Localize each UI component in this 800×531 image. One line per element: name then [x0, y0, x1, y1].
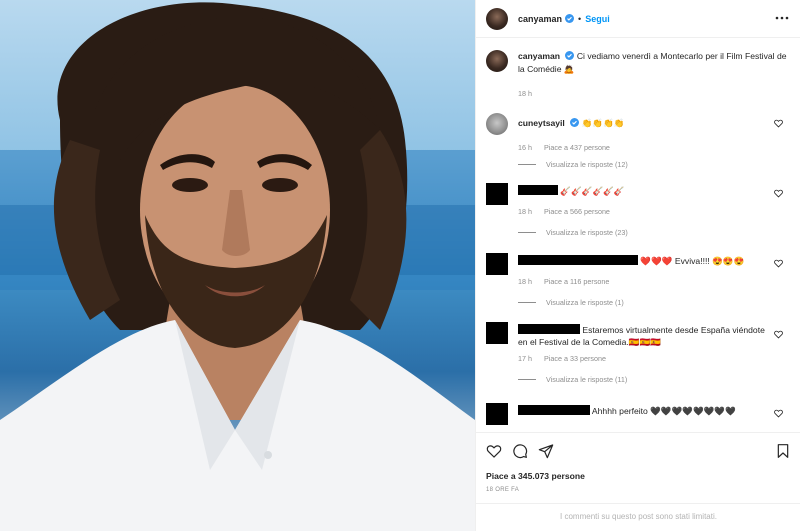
replies-line: [518, 302, 536, 303]
comment-item: cuneytsayil 👏👏👏👏 16 h Piace a 437 person…: [486, 113, 791, 169]
post-side-panel: canyaman • Segui canyaman Ci vediamo ven…: [475, 0, 800, 531]
heart-icon[interactable]: [486, 443, 502, 459]
post-timestamp: 18 ORE FA: [486, 487, 520, 493]
comment-body: ❤️❤️❤️ Evviva!!!! 😍😍😍: [518, 255, 773, 267]
view-replies-button[interactable]: Visualizza le risposte (1): [518, 298, 791, 307]
caption-text-block: canyaman Ci vediamo venerdì a Montecarlo…: [518, 50, 788, 76]
separator-dot: •: [578, 13, 582, 24]
comments-limited-notice: I commenti su questo post sono stati lim…: [476, 503, 800, 528]
paper-plane-icon[interactable]: [538, 443, 554, 459]
comment-body: 🎸🎸🎸🎸🎸🎸: [518, 185, 773, 197]
comment-time: 18 h: [518, 277, 532, 286]
redacted-username: [518, 185, 558, 195]
like-comment-heart-icon[interactable]: [774, 259, 783, 268]
comment-meta: 17 h Piace a 33 persone: [518, 354, 791, 363]
comment-item: Estaremos virtualmente desde España vién…: [486, 322, 791, 384]
comment-body: cuneytsayil 👏👏👏👏: [518, 117, 773, 129]
comment-body: Estaremos virtualmente desde España vién…: [518, 324, 773, 348]
post-likes-count[interactable]: Piace a 345.073 persone: [486, 471, 585, 481]
bookmark-icon[interactable]: [775, 443, 791, 459]
comment-time: 18 h: [518, 207, 532, 216]
comment-likes[interactable]: Piace a 116 persone: [544, 277, 609, 286]
caption-username[interactable]: canyaman: [518, 51, 560, 61]
replies-line: [518, 379, 536, 380]
verified-badge-icon: [565, 51, 575, 60]
comment-meta: 18 h Piace a 566 persone: [518, 207, 791, 216]
commenter-avatar-redacted: [486, 183, 508, 205]
like-comment-heart-icon[interactable]: [774, 119, 783, 128]
author-username[interactable]: canyaman: [518, 14, 562, 24]
commenter-avatar-redacted: [486, 322, 508, 344]
caption-time: 18 h: [518, 89, 532, 98]
comment-time: 17 h: [518, 354, 532, 363]
replies-label: Visualizza le risposte (12): [546, 160, 628, 169]
replies-line: [518, 164, 536, 165]
post-header: canyaman • Segui: [476, 0, 800, 38]
replies-line: [518, 232, 536, 233]
comment-text: 👏👏👏👏: [581, 118, 625, 128]
replies-label: Visualizza le risposte (1): [546, 298, 624, 307]
redacted-username: [518, 324, 580, 334]
view-replies-button[interactable]: Visualizza le risposte (11): [518, 375, 791, 384]
like-comment-heart-icon[interactable]: [774, 189, 783, 198]
view-replies-button[interactable]: Visualizza le risposte (12): [518, 160, 791, 169]
verified-badge-icon: [570, 118, 580, 127]
comment-meta: 18 h Piace a 116 persone: [518, 277, 791, 286]
like-comment-heart-icon[interactable]: [774, 409, 783, 418]
comment-username[interactable]: cuneytsayil: [518, 118, 565, 128]
comment-meta: 16 h Piace a 437 persone: [518, 143, 791, 152]
replies-label: Visualizza le risposte (23): [546, 228, 628, 237]
view-replies-button[interactable]: Visualizza le risposte (23): [518, 228, 791, 237]
comment-icon[interactable]: [512, 443, 528, 459]
comment-likes[interactable]: Piace a 566 persone: [544, 207, 610, 216]
redacted-username: [518, 405, 590, 415]
comment-body: Ahhhh perfeito 🖤🖤🖤🖤🖤🖤🖤🖤: [518, 405, 773, 417]
more-options-icon[interactable]: [775, 13, 789, 23]
comment-item: 🎸🎸🎸🎸🎸🎸 18 h Piace a 566 persone Visualiz…: [486, 183, 791, 237]
commenter-avatar-redacted: [486, 403, 508, 425]
verified-badge-icon: [565, 14, 575, 23]
comment-item: Ahhhh perfeito 🖤🖤🖤🖤🖤🖤🖤🖤: [486, 403, 791, 425]
comment-time: 16 h: [518, 143, 532, 152]
comment-item: ❤️❤️❤️ Evviva!!!! 😍😍😍 18 h Piace a 116 p…: [486, 253, 791, 307]
post-caption: canyaman Ci vediamo venerdì a Montecarlo…: [486, 50, 791, 76]
comment-text: 🎸🎸🎸🎸🎸🎸: [560, 186, 625, 196]
commenter-avatar[interactable]: [486, 113, 508, 135]
caption-avatar[interactable]: [486, 50, 508, 72]
replies-label: Visualizza le risposte (11): [546, 375, 628, 384]
redacted-username: [518, 255, 638, 265]
author-avatar[interactable]: [486, 7, 508, 30]
commenter-avatar-redacted: [486, 253, 508, 275]
comment-text: Ahhhh perfeito 🖤🖤🖤🖤🖤🖤🖤🖤: [591, 406, 736, 416]
comment-likes[interactable]: Piace a 437 persone: [544, 143, 610, 152]
comment-text: ❤️❤️❤️ Evviva!!!! 😍😍😍: [640, 256, 745, 266]
comment-likes[interactable]: Piace a 33 persone: [544, 354, 606, 363]
portrait-illustration: [0, 2, 475, 531]
like-comment-heart-icon[interactable]: [774, 330, 783, 339]
instagram-post: canyaman • Segui canyaman Ci vediamo ven…: [0, 0, 800, 531]
post-actions: Piace a 345.073 persone 18 ORE FA I comm…: [476, 432, 800, 527]
post-photo: [0, 0, 475, 531]
follow-button[interactable]: Segui: [585, 14, 610, 24]
